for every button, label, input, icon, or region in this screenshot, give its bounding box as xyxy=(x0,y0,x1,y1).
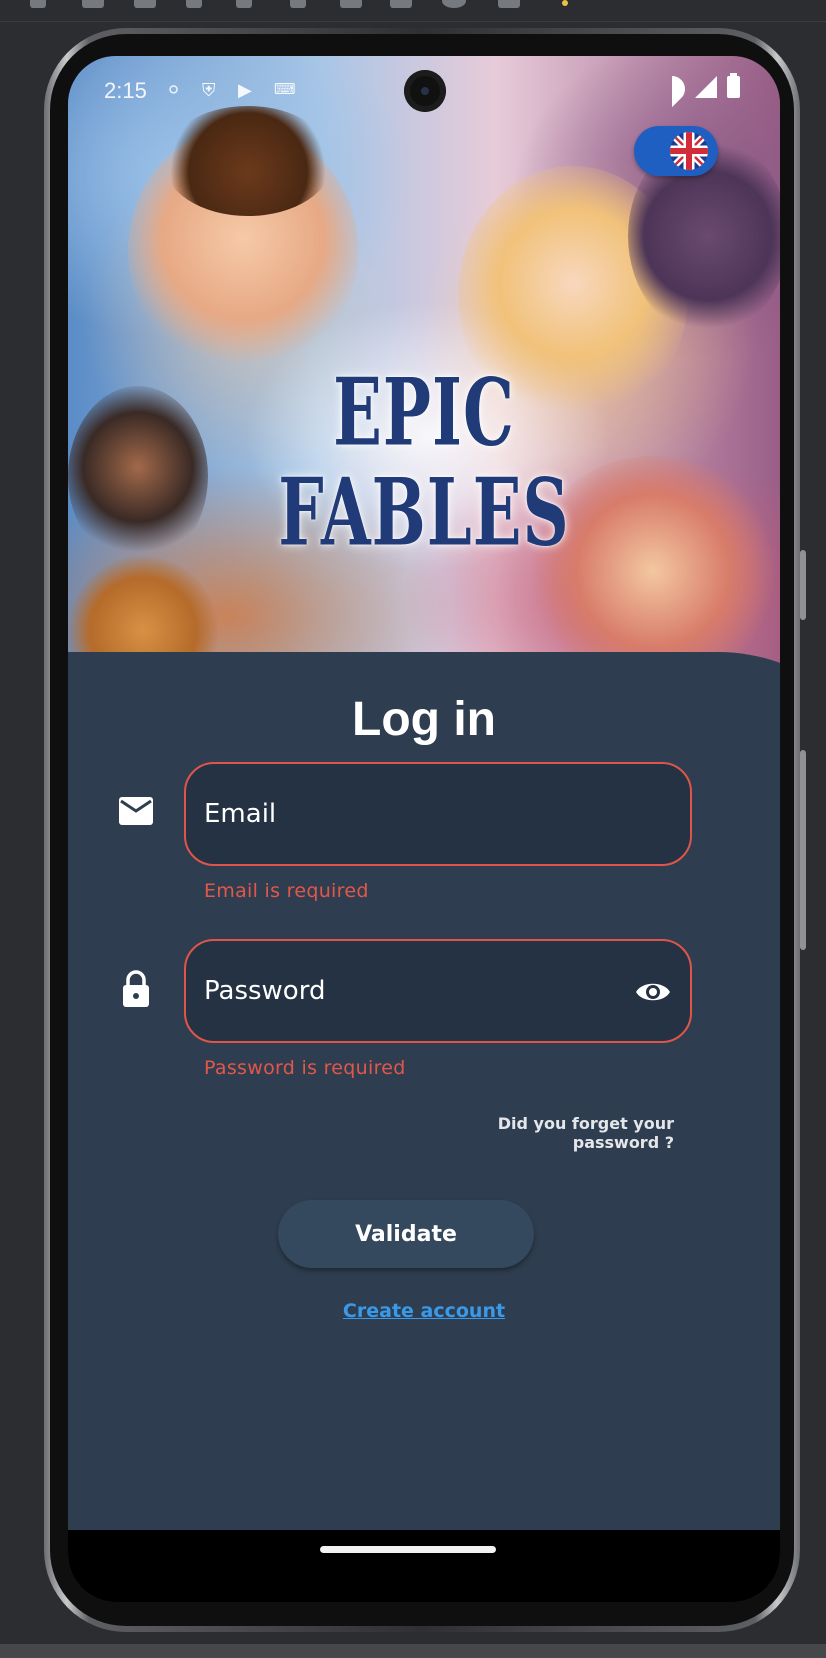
login-panel xyxy=(68,756,780,1602)
status-bar: 2:15 ⚪ ⛨ ▶ ⌨ xyxy=(68,56,780,126)
hero-title-epic: EPIC xyxy=(333,359,515,468)
fold-icon[interactable] xyxy=(134,0,156,8)
front-camera xyxy=(404,70,446,112)
mail-icon xyxy=(118,796,154,831)
emulator-bottom-bar xyxy=(0,1644,826,1658)
record-icon[interactable] xyxy=(390,0,412,8)
battery-icon xyxy=(727,73,740,98)
back-icon[interactable] xyxy=(30,0,46,8)
status-time: 2:15 xyxy=(104,78,147,103)
home-gesture-pill[interactable] xyxy=(320,1546,496,1553)
shield-icon: ⛨ xyxy=(202,80,216,100)
notification-icon: ⚪ xyxy=(166,80,182,100)
validate-button[interactable]: Validate xyxy=(278,1200,534,1268)
keyboard-icon: ⌨ xyxy=(274,81,296,98)
password-error: Password is required xyxy=(204,1057,406,1079)
visibility-toggle-icon[interactable] xyxy=(634,973,672,1011)
more-icon[interactable] xyxy=(498,0,520,8)
password-input[interactable] xyxy=(204,941,604,1041)
notification-dot-icon xyxy=(562,0,568,6)
settings-icon[interactable] xyxy=(442,0,466,8)
phone-frame: EPIC FABLES 2:15 ⚪ ⛨ ▶ ⌨ Log in Email Em… xyxy=(44,28,800,1632)
play-protect-icon: ▶ xyxy=(238,80,252,100)
signal-icon xyxy=(695,76,717,98)
email-field[interactable] xyxy=(184,762,692,866)
lock-icon xyxy=(122,970,150,1013)
volume-icon[interactable] xyxy=(186,0,202,8)
email-error: Email is required xyxy=(204,880,369,902)
language-toggle[interactable] xyxy=(634,126,718,176)
wifi-icon xyxy=(659,76,685,98)
power-button[interactable] xyxy=(800,550,806,620)
flag-uk-icon xyxy=(670,132,708,170)
camera-icon[interactable] xyxy=(340,0,362,8)
rotate-icon[interactable] xyxy=(82,0,104,8)
navigation-bar xyxy=(68,1530,780,1602)
volume-button[interactable] xyxy=(800,750,806,950)
screenshot-icon[interactable] xyxy=(290,0,306,8)
app-screen: EPIC FABLES 2:15 ⚪ ⛨ ▶ ⌨ Log in Email Em… xyxy=(68,56,780,1602)
create-account-link[interactable]: Create account xyxy=(68,1300,780,1322)
page-title: Log in xyxy=(352,693,496,746)
forgot-password-link[interactable]: Did you forget your password ? xyxy=(434,1114,674,1152)
power-icon[interactable] xyxy=(236,0,252,8)
password-field[interactable] xyxy=(184,939,692,1043)
emulator-toolbar xyxy=(0,0,826,22)
email-input[interactable] xyxy=(204,764,604,864)
hero-title-fables: FABLES xyxy=(278,459,570,568)
